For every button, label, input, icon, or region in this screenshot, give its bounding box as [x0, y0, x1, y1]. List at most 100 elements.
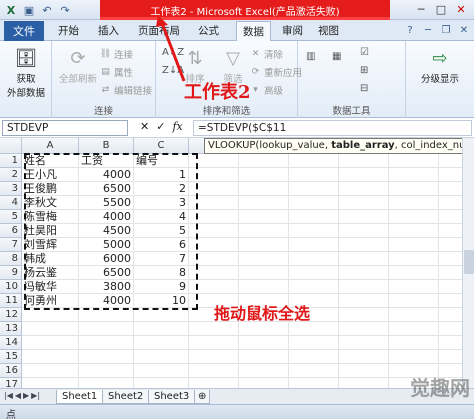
- cell-e14[interactable]: [239, 336, 289, 350]
- cell-c9[interactable]: 8: [134, 266, 189, 280]
- cell-f1[interactable]: [289, 154, 339, 168]
- cell-b8[interactable]: 6000: [79, 252, 134, 266]
- cell-a4[interactable]: 李秋文: [22, 196, 79, 210]
- cell-b7[interactable]: 5000: [79, 238, 134, 252]
- row-header-16[interactable]: 16: [0, 364, 22, 378]
- undo-icon[interactable]: ↶: [40, 3, 54, 17]
- cell-a14[interactable]: [22, 336, 79, 350]
- cell-h4[interactable]: [389, 196, 439, 210]
- row-header-15[interactable]: 15: [0, 350, 22, 364]
- cell-d10[interactable]: [189, 280, 239, 294]
- cell-d4[interactable]: [189, 196, 239, 210]
- first-sheet-icon[interactable]: |◀: [4, 391, 13, 400]
- tab-view[interactable]: 视图: [318, 23, 339, 38]
- row-header-4[interactable]: 4: [0, 196, 22, 210]
- cell-e13[interactable]: [239, 322, 289, 336]
- cell-d15[interactable]: [189, 350, 239, 364]
- cell-d13[interactable]: [189, 322, 239, 336]
- prev-sheet-icon[interactable]: ◀: [15, 391, 21, 400]
- cell-f3[interactable]: [289, 182, 339, 196]
- next-sheet-icon[interactable]: ▶: [23, 391, 29, 400]
- cell-c15[interactable]: [134, 350, 189, 364]
- cell-c5[interactable]: 4: [134, 210, 189, 224]
- cell-g10[interactable]: [339, 280, 389, 294]
- cell-h13[interactable]: [389, 322, 439, 336]
- cancel-icon[interactable]: ✕: [140, 120, 149, 133]
- cell-g15[interactable]: [339, 350, 389, 364]
- cell-c16[interactable]: [134, 364, 189, 378]
- maximize-button[interactable]: □: [432, 2, 450, 17]
- tab-review[interactable]: 审阅: [282, 23, 303, 38]
- data-validation-icon[interactable]: ☑: [360, 47, 369, 58]
- cell-d6[interactable]: [189, 224, 239, 238]
- cell-e7[interactable]: [239, 238, 289, 252]
- what-if-icon[interactable]: ⊟: [360, 83, 368, 94]
- sheet-tab-3[interactable]: Sheet3: [148, 390, 196, 404]
- cell-c7[interactable]: 6: [134, 238, 189, 252]
- cell-e6[interactable]: [239, 224, 289, 238]
- row-header-10[interactable]: 10: [0, 280, 22, 294]
- excel-icon[interactable]: X: [4, 3, 18, 17]
- cell-c11[interactable]: 10: [134, 294, 189, 308]
- cell-h9[interactable]: [389, 266, 439, 280]
- cell-f16[interactable]: [289, 364, 339, 378]
- cell-a10[interactable]: 冯敏华: [22, 280, 79, 294]
- cell-b13[interactable]: [79, 322, 134, 336]
- cell-d14[interactable]: [189, 336, 239, 350]
- cell-e10[interactable]: [239, 280, 289, 294]
- cell-f13[interactable]: [289, 322, 339, 336]
- cell-d1[interactable]: [189, 154, 239, 168]
- cell-a3[interactable]: 王俊鹏: [22, 182, 79, 196]
- cell-a12[interactable]: [22, 308, 79, 322]
- row-header-12[interactable]: 12: [0, 308, 22, 322]
- name-box[interactable]: STDEVP: [2, 120, 128, 136]
- cell-e3[interactable]: [239, 182, 289, 196]
- advanced-button[interactable]: ▾ 高级: [250, 83, 283, 97]
- cell-d7[interactable]: [189, 238, 239, 252]
- cell-f14[interactable]: [289, 336, 339, 350]
- cell-a6[interactable]: 杜昊阳: [22, 224, 79, 238]
- cell-f10[interactable]: [289, 280, 339, 294]
- cell-g9[interactable]: [339, 266, 389, 280]
- cell-e15[interactable]: [239, 350, 289, 364]
- cell-g4[interactable]: [339, 196, 389, 210]
- cell-b10[interactable]: 3800: [79, 280, 134, 294]
- cell-c10[interactable]: 9: [134, 280, 189, 294]
- cell-c12[interactable]: [134, 308, 189, 322]
- cell-c2[interactable]: 1: [134, 168, 189, 182]
- row-header-9[interactable]: 9: [0, 266, 22, 280]
- last-sheet-icon[interactable]: ▶|: [31, 391, 40, 400]
- cell-b2[interactable]: 4000: [79, 168, 134, 182]
- row-header-1[interactable]: 1: [0, 154, 22, 168]
- cell-b14[interactable]: [79, 336, 134, 350]
- cell-c4[interactable]: 3: [134, 196, 189, 210]
- cell-e16[interactable]: [239, 364, 289, 378]
- cell-c13[interactable]: [134, 322, 189, 336]
- minimize-button[interactable]: ─: [412, 2, 430, 17]
- outline-button[interactable]: ⇨ 分级显示: [412, 45, 468, 86]
- worksheet-grid[interactable]: ABCDEFGHI1姓名工资编号2王小凡400013王俊鹏650024李秋文55…: [0, 138, 474, 392]
- cell-d5[interactable]: [189, 210, 239, 224]
- cell-h2[interactable]: [389, 168, 439, 182]
- close-workbook-icon[interactable]: ✕: [458, 24, 470, 36]
- vertical-scrollbar[interactable]: [462, 138, 474, 388]
- restore-icon[interactable]: ❐: [440, 24, 452, 36]
- cell-b15[interactable]: [79, 350, 134, 364]
- cell-h3[interactable]: [389, 182, 439, 196]
- connections-button[interactable]: ⛓ 连接: [100, 47, 133, 61]
- row-header-11[interactable]: 11: [0, 294, 22, 308]
- column-header-a[interactable]: A: [22, 138, 79, 154]
- enter-icon[interactable]: ✓: [156, 120, 165, 133]
- minimize-ribbon-icon[interactable]: ─: [422, 24, 434, 36]
- cell-b9[interactable]: 6500: [79, 266, 134, 280]
- cell-f6[interactable]: [289, 224, 339, 238]
- scroll-thumb[interactable]: [464, 250, 474, 274]
- row-header-14[interactable]: 14: [0, 336, 22, 350]
- cell-g8[interactable]: [339, 252, 389, 266]
- cell-e5[interactable]: [239, 210, 289, 224]
- cell-f15[interactable]: [289, 350, 339, 364]
- cell-b1[interactable]: 工资: [79, 154, 134, 168]
- cell-a9[interactable]: 杨云鉴: [22, 266, 79, 280]
- cell-g13[interactable]: [339, 322, 389, 336]
- column-header-b[interactable]: B: [79, 138, 134, 154]
